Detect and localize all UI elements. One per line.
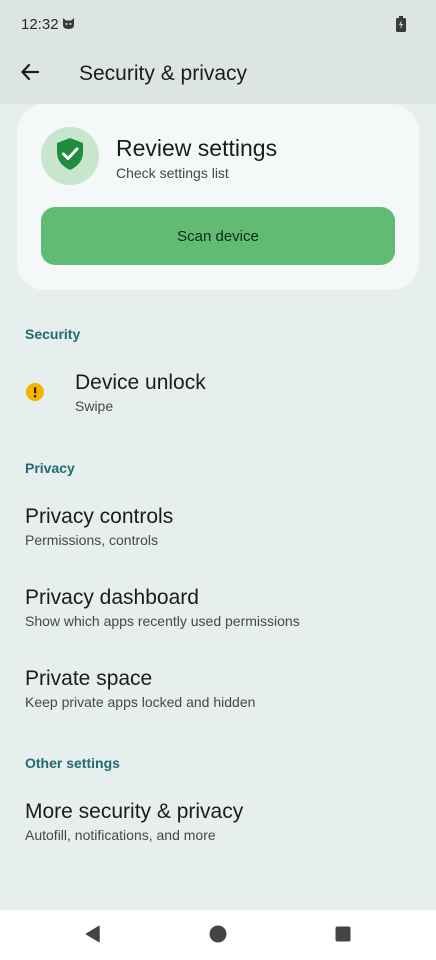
back-button[interactable] (12, 56, 48, 92)
review-settings-subtitle: Check settings list (116, 165, 229, 181)
privacy-controls-summary: Permissions, controls (25, 532, 159, 548)
privacy-dashboard-item[interactable]: Privacy dashboard Show which apps recent… (0, 573, 436, 643)
page-title: Security & privacy (79, 62, 248, 85)
triangle-back-icon (84, 925, 102, 948)
more-security-privacy-title: More security & privacy (25, 800, 244, 823)
app-bar: Security & privacy (0, 48, 436, 104)
status-time: 12:32 (21, 16, 59, 33)
warning-icon (26, 383, 44, 401)
privacy-controls-item[interactable]: Privacy controls Permissions, controls (0, 492, 436, 562)
circle-home-icon (209, 925, 227, 948)
battery-charging-icon (396, 16, 406, 32)
nav-back-button[interactable] (80, 923, 106, 949)
private-space-item[interactable]: Private space Keep private apps locked a… (0, 654, 436, 724)
shield-check-icon (55, 137, 85, 176)
shield-badge (41, 127, 99, 185)
private-space-title: Private space (25, 667, 153, 690)
privacy-dashboard-summary: Show which apps recently used permission… (25, 613, 300, 629)
review-settings-card: Review settings Check settings list Scan… (17, 104, 419, 290)
privacy-dashboard-title: Privacy dashboard (25, 586, 199, 609)
review-settings-title: Review settings (116, 135, 278, 161)
nav-home-button[interactable] (205, 923, 231, 949)
section-header-security: Security (25, 326, 81, 342)
section-header-privacy: Privacy (25, 460, 75, 476)
section-header-other-settings: Other settings (25, 755, 120, 771)
status-bar: 12:32 (0, 0, 436, 48)
nav-recents-button[interactable] (330, 923, 356, 949)
device-unlock-summary: Swipe (75, 398, 114, 414)
device-unlock-title: Device unlock (75, 371, 206, 394)
private-space-summary: Keep private apps locked and hidden (25, 694, 256, 710)
more-security-privacy-summary: Autofill, notifications, and more (25, 827, 216, 843)
more-security-privacy-item[interactable]: More security & privacy Autofill, notifi… (0, 787, 436, 857)
arrow-back-icon (20, 62, 40, 87)
scan-device-button[interactable]: Scan device (41, 207, 395, 265)
cat-face-icon (62, 17, 75, 30)
device-unlock-item[interactable]: Device unlock Swipe (0, 358, 436, 428)
system-nav-bar (0, 910, 436, 960)
privacy-controls-title: Privacy controls (25, 505, 174, 528)
square-recents-icon (335, 926, 351, 947)
